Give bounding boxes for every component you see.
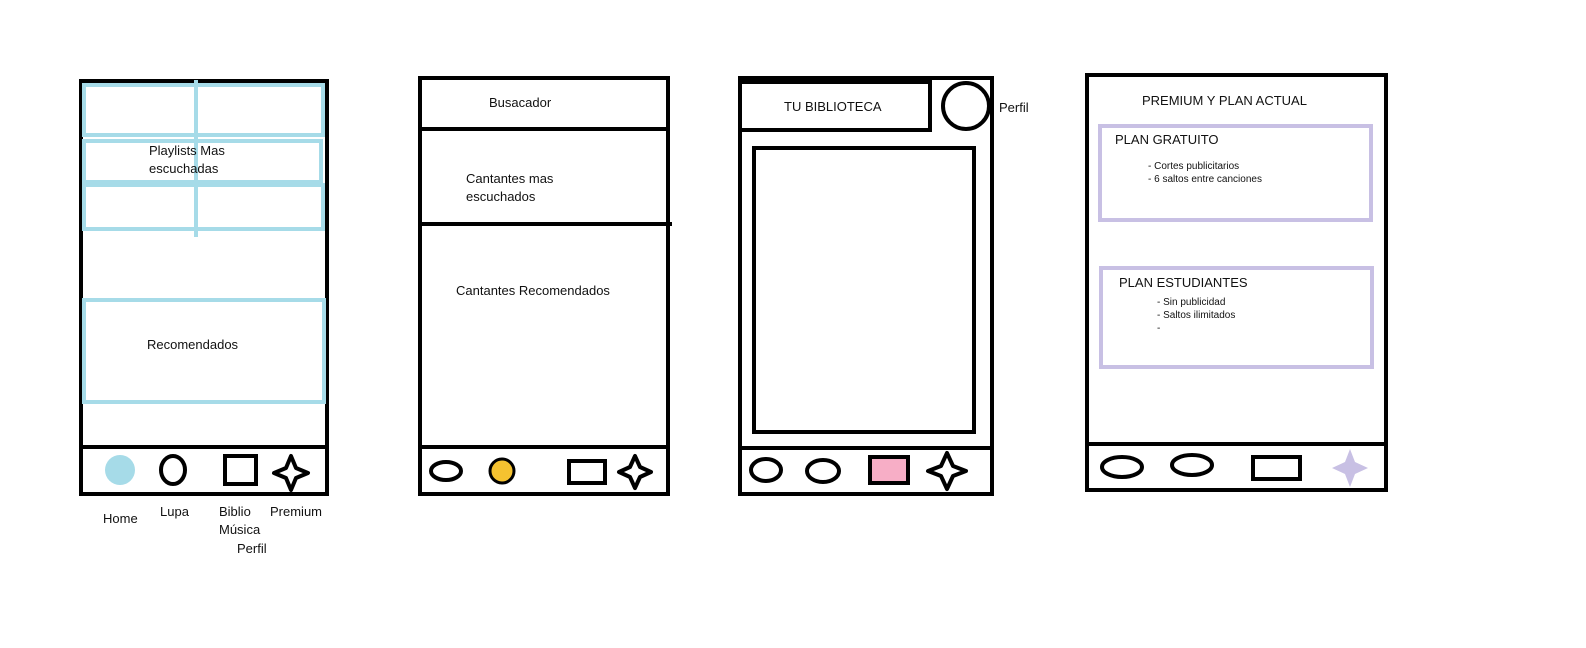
- plan-name-estudiantes: PLAN ESTUDIANTES: [1119, 275, 1248, 290]
- nav-label-perfil: Perfil: [237, 541, 267, 556]
- profile-circle-icon[interactable]: [941, 81, 991, 131]
- nav-label-biblio: Biblio Música: [219, 503, 260, 539]
- lupa-oval-icon[interactable]: [159, 454, 187, 486]
- lupa-oval-icon[interactable]: [1170, 453, 1214, 477]
- search-divider-2: [418, 222, 672, 226]
- playlist-row-3[interactable]: [82, 183, 325, 231]
- recomendados-label: Recomendados: [147, 337, 239, 352]
- biblio-rectangle-filled-icon[interactable]: [868, 455, 910, 485]
- plan-name-gratuito: PLAN GRATUITO: [1115, 132, 1219, 147]
- plan-features-gratuito: - Cortes publicitarios - 6 saltos entre …: [1148, 160, 1262, 186]
- nav-label-home: Home: [103, 511, 138, 526]
- playlists-label-line2: escuchadas: [149, 161, 219, 176]
- premium-nav-bar: [1100, 449, 1368, 487]
- library-title: TU BIBLIOTECA: [784, 99, 882, 114]
- top-singers-line2: escuchados: [466, 189, 536, 204]
- playlists-label-line1: Playlists Mas: [149, 143, 225, 158]
- search-nav-bar: [429, 454, 653, 490]
- plan-feature: - Cortes publicitarios: [1148, 161, 1240, 172]
- nav-label-biblio-line1: Biblio: [219, 504, 251, 519]
- library-content-box: [752, 146, 976, 434]
- plan-feature: - Saltos ilimitados: [1157, 310, 1236, 321]
- profile-avatar[interactable]: [938, 80, 994, 136]
- plan-feature: -: [1157, 323, 1161, 334]
- playlist-row-1[interactable]: [82, 83, 325, 137]
- biblio-rectangle-icon[interactable]: [1251, 455, 1302, 481]
- library-nav-bar: [749, 451, 968, 491]
- biblio-square-icon[interactable]: [223, 454, 258, 486]
- premium-star-icon[interactable]: [272, 454, 310, 492]
- home-circle-icon[interactable]: [105, 455, 135, 485]
- nav-label-premium: Premium: [270, 504, 323, 519]
- premium-title: PREMIUM Y PLAN ACTUAL: [1142, 93, 1307, 108]
- nav-label-lupa: Lupa: [160, 504, 189, 519]
- biblio-rectangle-icon[interactable]: [567, 459, 607, 485]
- premium-star-filled-icon[interactable]: [1332, 449, 1368, 487]
- home-oval-icon[interactable]: [749, 457, 783, 483]
- search-bar-label[interactable]: Busacador: [489, 94, 551, 112]
- search-divider-1: [418, 127, 670, 131]
- nav-label-biblio-line2: Música: [219, 522, 261, 537]
- plan-features-estudiantes: - Sin publicidad - Saltos ilimitados -: [1157, 296, 1235, 335]
- profile-label: Perfil: [999, 100, 1029, 115]
- plan-feature: - Sin publicidad: [1157, 297, 1226, 308]
- home-nav-bar: [105, 454, 310, 492]
- premium-star-icon[interactable]: [617, 454, 653, 490]
- top-singers-label: Cantantes mas escuchados: [466, 170, 553, 206]
- top-singers-line1: Cantantes mas: [466, 171, 554, 186]
- lupa-circle-filled-icon[interactable]: [488, 457, 516, 485]
- home-oval-icon[interactable]: [1100, 455, 1144, 479]
- lupa-oval-icon[interactable]: [805, 458, 841, 484]
- recommended-singers-label: Cantantes Recomendados: [456, 283, 610, 298]
- premium-star-icon[interactable]: [926, 451, 968, 491]
- playlists-label: Playlists Mas escuchadas: [149, 142, 225, 178]
- home-oval-icon[interactable]: [429, 460, 463, 482]
- plan-feature: - 6 saltos entre canciones: [1148, 174, 1262, 185]
